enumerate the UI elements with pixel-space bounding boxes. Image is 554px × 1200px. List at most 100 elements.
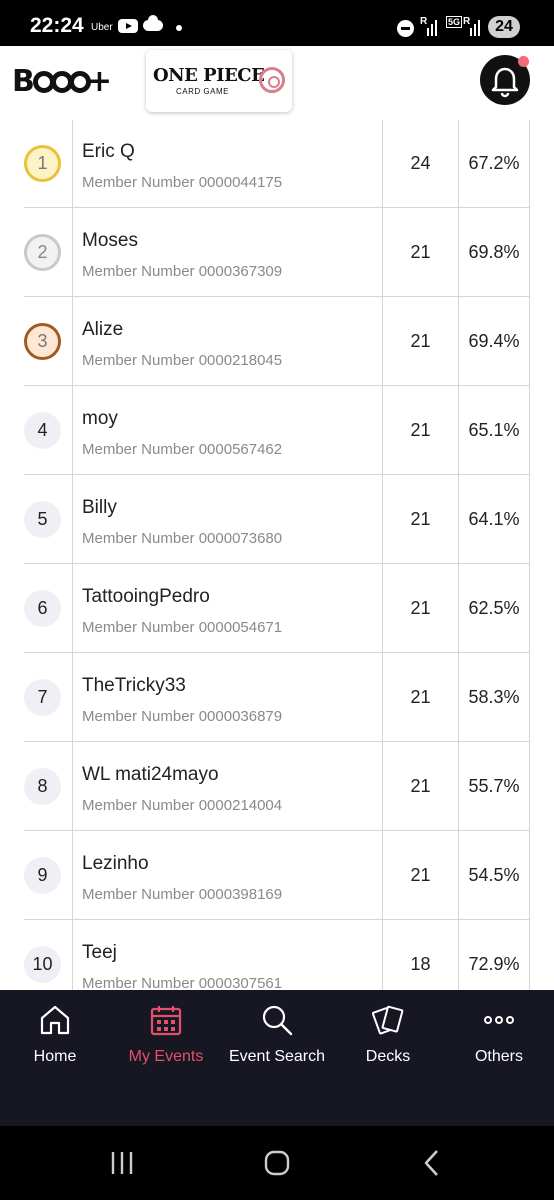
home-icon (40, 1005, 70, 1035)
table-row[interactable]: 4 moy Member Number 0000567462 21 65.1% (24, 386, 530, 475)
nav-others[interactable]: Others (444, 990, 554, 1080)
signal-bar-icon (435, 20, 437, 36)
member-number: Member Number 0000214004 (82, 797, 283, 814)
omw-cell: 58.3% (459, 653, 530, 742)
bandai-logo[interactable]: B + (12, 64, 112, 99)
points-cell: 21 (383, 653, 459, 742)
omw-cell: 55.7% (459, 742, 530, 831)
player-cell: Alize Member Number 0000218045 (73, 297, 383, 386)
member-number: Member Number 0000218045 (82, 352, 283, 369)
rank-badge: 9 (24, 857, 61, 894)
status-time: 22:24 (30, 14, 84, 37)
nav-label: Decks (365, 1048, 411, 1065)
do-not-disturb-icon (397, 20, 414, 37)
logo-letter: B (12, 64, 35, 99)
bottom-navigation: Home My Events Event Search Decks Others (0, 990, 554, 1126)
recent-apps-icon[interactable] (108, 1150, 138, 1176)
omw-cell: 65.1% (459, 386, 530, 475)
omw-cell: 69.4% (459, 297, 530, 386)
rank-cell: 9 (24, 831, 73, 920)
nav-decks[interactable]: Decks (333, 990, 443, 1080)
member-number: Member Number 0000036879 (82, 708, 283, 725)
player-name: Eric Q (82, 141, 135, 162)
points-cell: 21 (383, 208, 459, 297)
rank-cell: 10 (24, 920, 73, 990)
table-row[interactable]: 5 Billy Member Number 0000073680 21 64.1% (24, 475, 530, 564)
app-header: B + ONE PIECE CARD GAME (0, 46, 554, 120)
rank-badge: 4 (24, 412, 61, 449)
table-row[interactable]: 1 Eric Q Member Number 0000044175 24 67.2% (24, 120, 530, 208)
rank-medal-badge: 2 (24, 234, 61, 271)
cloud-icon (143, 15, 163, 31)
member-number: Member Number 0000073680 (82, 530, 283, 547)
member-number: Member Number 0000367309 (82, 263, 283, 280)
member-number: Member Number 0000567462 (82, 441, 283, 458)
player-cell: Billy Member Number 0000073680 (73, 475, 383, 564)
home-nav-icon[interactable] (263, 1149, 293, 1177)
rank-cell: 7 (24, 653, 73, 742)
member-number: Member Number 0000044175 (82, 174, 283, 191)
game-title: ONE PIECE (153, 65, 265, 86)
points-cell: 18 (383, 920, 459, 990)
game-selector[interactable]: ONE PIECE CARD GAME (146, 50, 292, 112)
player-name: Teej (82, 942, 117, 963)
nav-label: Event Search (228, 1048, 326, 1065)
table-row[interactable]: 7 TheTricky33 Member Number 0000036879 21 58… (24, 653, 530, 742)
member-number: Member Number 0000054671 (82, 619, 283, 636)
signal-bar-icon (427, 28, 429, 36)
status-bar: 22:24 Uber R 5G R 24 (0, 0, 554, 46)
player-name: Lezinho (82, 853, 149, 874)
member-number: Member Number 0000307561 (82, 975, 283, 990)
rank-medal-badge: 1 (24, 145, 61, 182)
rank-cell: 5 (24, 475, 73, 564)
nav-event-search[interactable]: Event Search (222, 990, 332, 1080)
rank-badge: 6 (24, 590, 61, 627)
player-cell: Teej Member Number 0000307561 (73, 920, 383, 990)
standings-table: 1 Eric Q Member Number 0000044175 24 67.2% 2 M… (24, 120, 530, 990)
player-cell: TheTricky33 Member Number 0000036879 (73, 653, 383, 742)
table-row[interactable]: 2 Moses Member Number 0000367309 21 69.8% (24, 208, 530, 297)
player-cell: Eric Q Member Number 0000044175 (73, 120, 383, 208)
table-row[interactable]: 10 Teej Member Number 0000307561 18 72.9% (24, 920, 530, 990)
roaming-indicator: R (420, 16, 428, 27)
table-row[interactable]: 8 WL mati24mayo Member Number 0000214004 21… (24, 742, 530, 831)
rank-cell: 4 (24, 386, 73, 475)
notification-badge (518, 56, 529, 67)
signal-bar-icon (431, 24, 433, 36)
back-icon[interactable] (420, 1148, 444, 1178)
player-name: Alize (82, 319, 124, 340)
points-cell: 21 (383, 831, 459, 920)
rank-cell: 6 (24, 564, 73, 653)
more-icon (484, 1016, 514, 1024)
game-subtitle: CARD GAME (176, 87, 229, 96)
omw-cell: 54.5% (459, 831, 530, 920)
nav-home[interactable]: Home (0, 990, 110, 1080)
table-row[interactable]: 6 TattooingPedro Member Number 0000054671 2… (24, 564, 530, 653)
network-type: 5G (446, 16, 463, 28)
table-row[interactable]: 3 Alize Member Number 0000218045 21 69.4% (24, 297, 530, 386)
player-name: TheTricky33 (82, 675, 186, 696)
rank-cell: 1 (24, 120, 73, 208)
player-cell: Lezinho Member Number 0000398169 (73, 831, 383, 920)
calendar-icon (150, 1006, 182, 1036)
switch-game-icon (259, 67, 285, 93)
omw-cell: 64.1% (459, 475, 530, 564)
rank-badge: 10 (24, 946, 61, 983)
rank-cell: 3 (24, 297, 73, 386)
table-row[interactable]: 9 Lezinho Member Number 0000398169 21 54.5% (24, 831, 530, 920)
roaming-indicator-2: R (463, 16, 471, 27)
nav-my-events[interactable]: My Events (111, 990, 221, 1080)
omw-cell: 67.2% (459, 120, 530, 208)
status-app-label: Uber (91, 22, 113, 33)
notification-dot-icon (176, 25, 182, 31)
nav-label: Others (474, 1048, 523, 1065)
points-cell: 21 (383, 297, 459, 386)
youtube-icon (118, 19, 138, 33)
signal-bar-icon (478, 20, 480, 36)
omw-cell: 62.5% (459, 564, 530, 653)
player-name: TattooingPedro (82, 586, 210, 607)
rank-badge: 8 (24, 768, 61, 805)
nav-label: Home (33, 1048, 77, 1065)
rank-medal-badge: 3 (24, 323, 61, 360)
standings-rows: 1 Eric Q Member Number 0000044175 24 67.2% 2 M… (24, 120, 530, 990)
